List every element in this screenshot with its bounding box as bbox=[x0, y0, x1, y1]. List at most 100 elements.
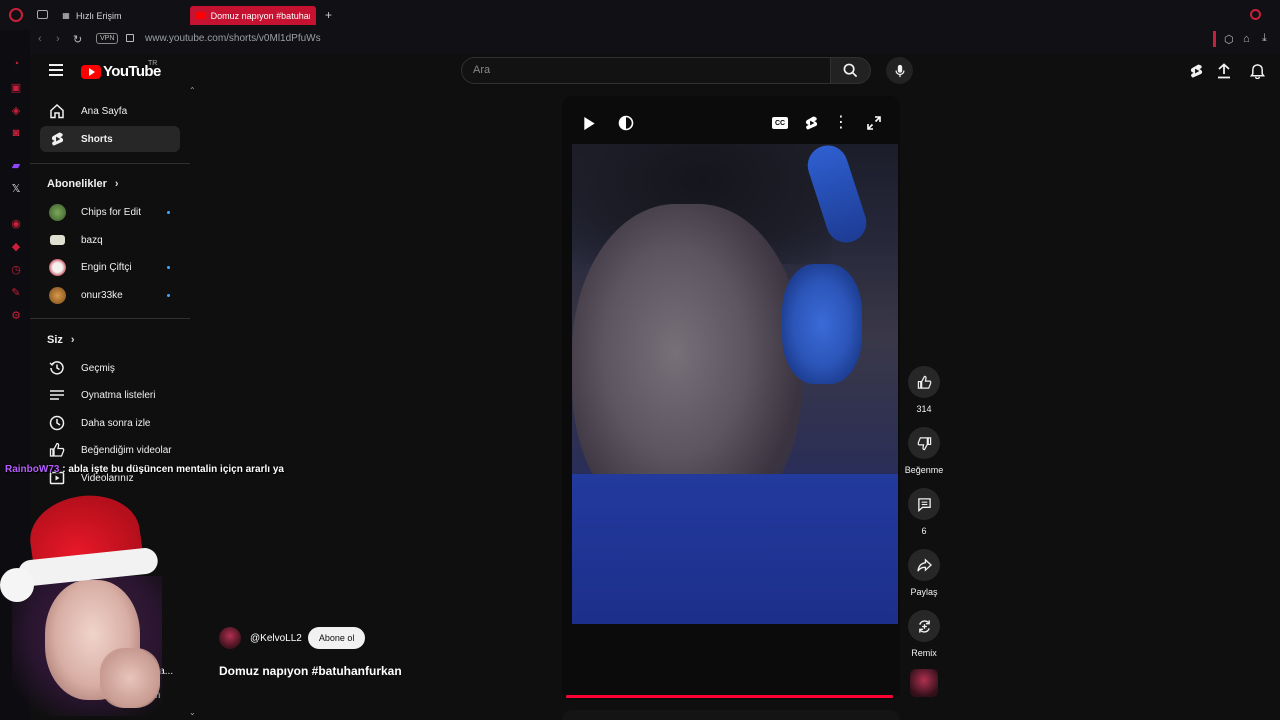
sidebar-sub-chips-for-edit[interactable]: Chips for Edit bbox=[40, 199, 180, 225]
shorts-icon bbox=[48, 130, 66, 148]
home-icon bbox=[48, 102, 66, 120]
video-title[interactable]: Domuz napıyon #batuhanfurkan bbox=[219, 664, 402, 678]
extensions-icon[interactable]: ⬡ bbox=[1224, 33, 1234, 46]
tab-youtube-short[interactable]: Domuz napıyon #batuhan bbox=[190, 6, 316, 25]
new-content-dot bbox=[167, 293, 170, 297]
dislike-button[interactable]: Beğenme bbox=[904, 427, 944, 475]
back-icon[interactable]: ‹ bbox=[38, 33, 42, 45]
play-icon bbox=[584, 116, 595, 130]
more-options-button[interactable]: ⋮ bbox=[831, 113, 851, 133]
sidebar-item-liked-videos[interactable]: Beğendiğim videolar bbox=[40, 437, 180, 463]
shorts-remix-button[interactable] bbox=[801, 113, 821, 133]
youtube-favicon-icon bbox=[196, 12, 206, 19]
messenger-icon[interactable]: ◈ bbox=[9, 103, 23, 117]
chevron-right-icon: › bbox=[114, 178, 119, 190]
santa-hat-pompom-region bbox=[0, 568, 34, 602]
menu-icon[interactable] bbox=[49, 64, 63, 76]
shorts-video-player[interactable] bbox=[562, 96, 900, 700]
share-label: Paylaş bbox=[910, 587, 938, 597]
sidebar-sub-onur33ke[interactable]: onur33ke bbox=[40, 282, 180, 308]
history-rail-icon[interactable]: ◷ bbox=[9, 262, 23, 276]
extensions-rail-icon[interactable]: ✎ bbox=[9, 285, 23, 299]
comment-icon bbox=[917, 497, 931, 512]
voice-search-button[interactable] bbox=[886, 57, 913, 84]
search-button[interactable] bbox=[831, 57, 871, 84]
sidebar-item-history[interactable]: Geçmiş bbox=[40, 355, 180, 381]
search-input[interactable]: Ara bbox=[461, 57, 831, 84]
youtube-play-icon bbox=[81, 64, 101, 79]
share-icon bbox=[916, 557, 932, 572]
speed-dial-icon[interactable]: ◔ bbox=[9, 57, 23, 71]
notifications-bell-icon[interactable] bbox=[1248, 62, 1266, 80]
thumbs-up-icon bbox=[48, 441, 66, 459]
twitch-icon[interactable]: ▰ bbox=[9, 158, 23, 172]
remix-button[interactable]: Remix bbox=[906, 610, 942, 658]
volume-icon bbox=[618, 115, 634, 131]
next-short-preview bbox=[562, 710, 900, 720]
wallet-icon[interactable]: ▣ bbox=[9, 80, 23, 94]
dislike-label: Beğenme bbox=[904, 465, 944, 475]
fullscreen-button[interactable] bbox=[864, 113, 884, 133]
search-bar: Ara bbox=[461, 57, 871, 84]
vpn-badge[interactable]: VPN bbox=[96, 33, 119, 44]
new-content-dot bbox=[167, 265, 170, 269]
chat-username: RainboW73 bbox=[5, 464, 60, 475]
video-progress-bar[interactable] bbox=[566, 695, 893, 698]
url-field[interactable]: www.youtube.com/shorts/v0Ml1dPfuWs bbox=[145, 33, 321, 44]
cc-icon: CC bbox=[772, 117, 788, 129]
sidebar-item-home[interactable]: Ana Sayfa bbox=[40, 98, 180, 124]
sidebar-sub-engin-ciftci[interactable]: Engin Çiftçi bbox=[40, 254, 180, 280]
sidebar-divider bbox=[30, 163, 190, 164]
sidebar-item-playlists[interactable]: Oynatma listeleri bbox=[40, 382, 180, 408]
instagram-icon[interactable]: ◙ bbox=[9, 126, 23, 140]
streamer-webcam-overlay bbox=[0, 488, 170, 720]
pin-icon[interactable]: ◆ bbox=[9, 239, 23, 253]
download-icon[interactable]: ⤓ bbox=[1262, 32, 1267, 45]
sidebar-collapse-icon[interactable]: ⌃ bbox=[189, 86, 196, 95]
shorts-create-icon[interactable] bbox=[1187, 62, 1205, 80]
captions-button[interactable]: CC bbox=[770, 113, 790, 133]
subscriptions-heading[interactable]: Abonelikler › bbox=[47, 178, 119, 190]
sidebar-sub-bazq[interactable]: bazq bbox=[40, 227, 180, 253]
play-button[interactable] bbox=[579, 113, 599, 133]
channel-name[interactable]: @KelvoLL2 bbox=[250, 633, 302, 644]
video-shirt-region bbox=[572, 474, 898, 624]
x-icon[interactable]: 𝕏 bbox=[9, 181, 23, 195]
more-vert-icon: ⋮ bbox=[833, 114, 849, 131]
channel-avatar[interactable] bbox=[219, 627, 241, 649]
channel-avatar bbox=[48, 231, 66, 249]
you-heading[interactable]: Siz › bbox=[47, 334, 75, 346]
bookmark-marker bbox=[1213, 31, 1216, 47]
player-icon[interactable]: ◉ bbox=[9, 216, 23, 230]
opera-logo-icon[interactable] bbox=[9, 8, 23, 22]
comments-button[interactable]: 6 bbox=[906, 488, 942, 536]
browser-search-icon[interactable] bbox=[1250, 9, 1261, 20]
sidebar-item-watch-later[interactable]: Daha sonra izle bbox=[40, 410, 180, 436]
like-button[interactable]: 314 bbox=[906, 366, 942, 414]
upload-icon[interactable] bbox=[1215, 62, 1233, 80]
browser-tab-bar: ▦ Hızlı Erişim Domuz napıyon #batuhan + bbox=[0, 0, 1280, 30]
tab-quick-access[interactable]: ▦ Hızlı Erişim bbox=[55, 6, 128, 25]
sound-thumbnail[interactable] bbox=[910, 669, 938, 697]
subscribe-button[interactable]: Abone ol bbox=[307, 627, 366, 649]
sidebar-divider bbox=[30, 318, 190, 319]
video-headphone-region bbox=[782, 264, 862, 384]
reload-icon[interactable]: ↻ bbox=[73, 33, 82, 46]
volume-button[interactable] bbox=[616, 113, 636, 133]
history-icon bbox=[48, 359, 66, 377]
lock-icon[interactable] bbox=[126, 34, 134, 42]
grid-icon: ▦ bbox=[62, 11, 70, 20]
tab-overview-icon[interactable] bbox=[37, 10, 48, 19]
new-tab-button[interactable]: + bbox=[325, 8, 332, 22]
settings-rail-icon[interactable]: ⚙ bbox=[9, 308, 23, 322]
thumbs-up-icon bbox=[917, 375, 931, 389]
channel-avatar bbox=[48, 286, 66, 304]
video-frame-image bbox=[572, 144, 898, 624]
forward-icon[interactable]: › bbox=[56, 33, 60, 45]
sidebar-item-shorts[interactable]: Shorts bbox=[40, 126, 180, 152]
account-icon[interactable]: ⌂ bbox=[1243, 33, 1250, 45]
clock-icon bbox=[48, 414, 66, 432]
share-button[interactable]: Paylaş bbox=[906, 549, 942, 597]
thumbs-down-icon bbox=[917, 436, 931, 450]
sidebar-scroll-down-icon[interactable]: ⌄ bbox=[189, 708, 196, 717]
